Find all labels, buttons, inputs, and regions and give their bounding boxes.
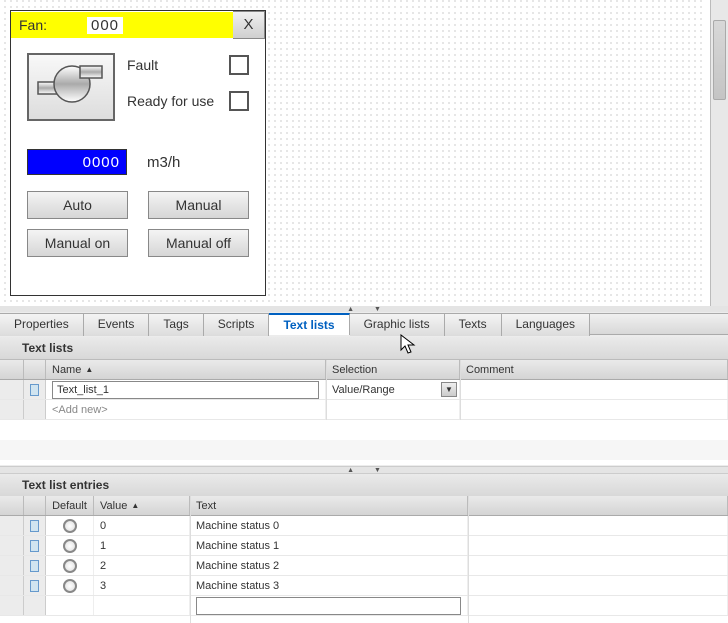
selection-dropdown-button[interactable]: ▼ bbox=[441, 382, 457, 397]
text-list-row[interactable]: Text_list_1 Value/Range ▼ bbox=[0, 380, 728, 400]
text-cell[interactable]: Machine status 1 bbox=[190, 536, 468, 555]
text-input[interactable] bbox=[196, 597, 461, 615]
text-list-entries-grid: Default Value▲ Text 0Machine status 01Ma… bbox=[0, 496, 728, 623]
ready-checkbox[interactable] bbox=[229, 91, 249, 111]
row-selector[interactable] bbox=[0, 516, 24, 535]
text-column-header[interactable]: Text bbox=[190, 496, 468, 515]
entry-icon bbox=[30, 580, 39, 592]
sort-asc-icon: ▲ bbox=[85, 365, 93, 374]
fault-checkbox[interactable] bbox=[229, 55, 249, 75]
manual-button[interactable]: Manual bbox=[148, 191, 249, 219]
value-cell[interactable]: 0 bbox=[94, 516, 190, 535]
entry-icon bbox=[30, 560, 39, 572]
tab-texts[interactable]: Texts bbox=[445, 314, 502, 336]
fault-label: Fault bbox=[127, 57, 158, 73]
name-column-header[interactable]: Name▲ bbox=[46, 360, 326, 379]
icon-col bbox=[24, 496, 46, 515]
value-column-header[interactable]: Value▲ bbox=[94, 496, 190, 515]
tab-graphic-lists[interactable]: Graphic lists bbox=[350, 314, 445, 336]
add-new-label[interactable]: <Add new> bbox=[46, 400, 326, 419]
rowheader-col bbox=[0, 496, 24, 515]
splitter-top[interactable]: ▲ ▼ bbox=[0, 306, 728, 312]
row-selector[interactable] bbox=[0, 536, 24, 555]
text-list-entries-title: Text list entries bbox=[0, 474, 728, 497]
tab-text-lists[interactable]: Text lists bbox=[269, 313, 349, 335]
tab-languages[interactable]: Languages bbox=[502, 314, 590, 336]
design-canvas: Fan: 000 X bbox=[0, 0, 728, 308]
flow-unit-label: m3/h bbox=[147, 154, 180, 171]
splitter-middle[interactable]: ▲ ▼ bbox=[0, 466, 728, 474]
row-selector[interactable] bbox=[0, 556, 24, 575]
fan-title-label: Fan: bbox=[11, 12, 87, 38]
rowheader-col bbox=[0, 360, 24, 379]
manual-on-button[interactable]: Manual on bbox=[27, 229, 128, 257]
tab-properties[interactable]: Properties bbox=[0, 314, 84, 336]
name-input[interactable]: Text_list_1 bbox=[52, 381, 319, 399]
default-radio[interactable] bbox=[63, 559, 77, 573]
default-radio[interactable] bbox=[63, 519, 77, 533]
row-selector[interactable] bbox=[0, 380, 24, 399]
text-list-icon bbox=[30, 384, 39, 396]
arrow-up-icon: ▲ bbox=[347, 467, 354, 474]
sort-asc-icon: ▲ bbox=[131, 501, 139, 510]
text-cell[interactable]: Machine status 2 bbox=[190, 556, 468, 575]
selection-value: Value/Range bbox=[332, 384, 395, 396]
tab-scripts[interactable]: Scripts bbox=[204, 314, 270, 336]
scrollbar-vertical[interactable] bbox=[710, 0, 728, 308]
entry-icon bbox=[30, 540, 39, 552]
auto-button[interactable]: Auto bbox=[27, 191, 128, 219]
selection-column-header[interactable]: Selection bbox=[326, 360, 460, 379]
entry-row[interactable]: 3Machine status 3 bbox=[0, 576, 728, 596]
entry-row[interactable]: 0Machine status 0 bbox=[0, 516, 728, 536]
entry-row[interactable]: 2Machine status 2 bbox=[0, 556, 728, 576]
value-cell[interactable]: 2 bbox=[94, 556, 190, 575]
entry-row[interactable]: 1Machine status 1 bbox=[0, 536, 728, 556]
add-new-label[interactable] bbox=[94, 596, 190, 615]
cursor-icon bbox=[400, 334, 418, 356]
ready-label: Ready for use bbox=[127, 93, 214, 109]
icon-col bbox=[24, 360, 46, 379]
text-cell[interactable]: Machine status 0 bbox=[190, 516, 468, 535]
tab-bar: Properties Events Tags Scripts Text list… bbox=[0, 313, 728, 335]
scroll-thumb[interactable] bbox=[713, 20, 726, 100]
arrow-up-icon: ▲ bbox=[347, 306, 354, 313]
tab-events[interactable]: Events bbox=[84, 314, 150, 336]
fan-id-field[interactable]: 000 bbox=[87, 17, 123, 34]
arrow-down-icon: ▼ bbox=[374, 467, 381, 474]
text-lists-title: Text lists bbox=[0, 337, 728, 360]
add-new-entry-row[interactable] bbox=[0, 596, 728, 616]
value-cell[interactable]: 1 bbox=[94, 536, 190, 555]
text-lists-grid: Name▲ Selection Comment Text_list_1 Valu… bbox=[0, 360, 728, 465]
default-radio[interactable] bbox=[63, 579, 77, 593]
arrow-down-icon: ▼ bbox=[374, 306, 381, 313]
text-cell[interactable]: Machine status 3 bbox=[190, 576, 468, 595]
value-cell[interactable]: 3 bbox=[94, 576, 190, 595]
default-column-header[interactable]: Default bbox=[46, 496, 94, 515]
add-new-row[interactable]: <Add new> bbox=[0, 400, 728, 420]
comment-cell[interactable] bbox=[460, 380, 728, 399]
entry-icon bbox=[30, 520, 39, 532]
manual-off-button[interactable]: Manual off bbox=[148, 229, 249, 257]
fan-faceplate: Fan: 000 X bbox=[10, 10, 266, 296]
tab-tags[interactable]: Tags bbox=[149, 314, 203, 336]
flow-value-field[interactable]: 0000 bbox=[27, 149, 127, 175]
fan-icon bbox=[27, 53, 115, 121]
default-radio[interactable] bbox=[63, 539, 77, 553]
close-button[interactable]: X bbox=[233, 11, 265, 39]
row-selector[interactable] bbox=[0, 576, 24, 595]
comment-column-header[interactable]: Comment bbox=[460, 360, 728, 379]
